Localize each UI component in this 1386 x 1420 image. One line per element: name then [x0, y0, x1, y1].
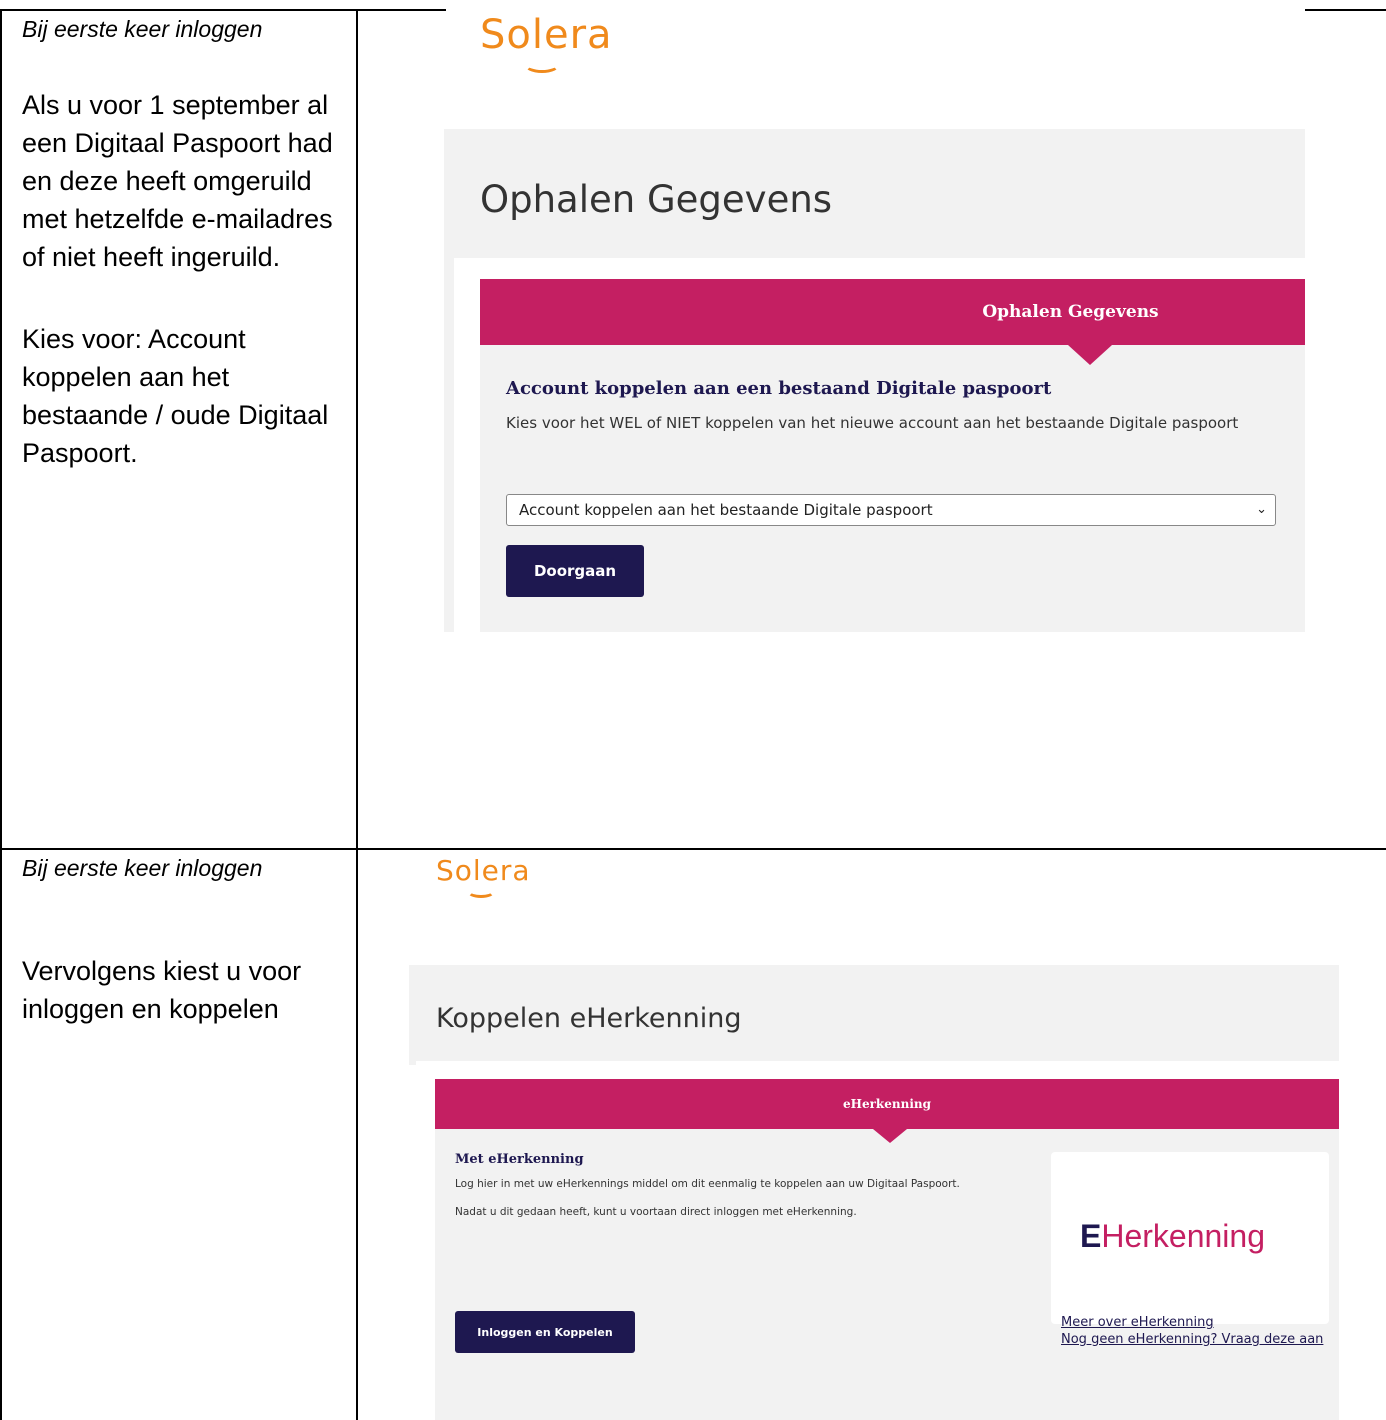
eherkenning-logo: EHerkenning — [1080, 1218, 1265, 1254]
chevron-down-icon: ⌄ — [1256, 502, 1267, 517]
solera-logo: Solera — [480, 12, 613, 73]
login-and-link-button[interactable]: Inloggen en Koppelen — [455, 1311, 635, 1353]
request-eherkenning-link[interactable]: Nog geen eHerkenning? Vraag deze aan — [1061, 1332, 1323, 1347]
row1-paragraph2: Kies voor: Account koppelen aan het best… — [22, 324, 329, 468]
row2-heading: Bij eerste keer inloggen — [22, 855, 263, 881]
row1-heading: Bij eerste keer inloggen — [22, 16, 263, 42]
select-value: Account koppelen aan het bestaande Digit… — [519, 501, 933, 519]
table-top-border — [0, 9, 446, 11]
banner-notch-2 — [873, 1129, 907, 1143]
table-top-border-right — [1305, 9, 1386, 11]
more-about-eherkenning-link[interactable]: Meer over eHerkenning — [1061, 1315, 1214, 1330]
solera-logo-2: Solera — [436, 854, 531, 898]
row1-paragraph1: Als u voor 1 september al een Digitaal P… — [22, 90, 333, 272]
eherkenning-e-icon: E — [1080, 1218, 1102, 1254]
continue-button[interactable]: Doorgaan — [506, 545, 644, 597]
section-description-2: Log hier in met uw eHerkennings middel o… — [455, 1178, 960, 1190]
section-title-2: Met eHerkenning — [455, 1152, 584, 1167]
table-row-divider — [0, 848, 1386, 850]
section-banner-2: eHerkenning — [435, 1079, 1339, 1129]
section-description-3: Nadat u dit gedaan heeft, kunt u voortaa… — [455, 1206, 857, 1218]
row2-paragraph1: Vervolgens kiest u voor inloggen en kopp… — [22, 956, 302, 1024]
table-left-border — [0, 9, 2, 1420]
section-banner: Ophalen Gegevens — [480, 279, 1305, 345]
banner-notch — [1068, 345, 1112, 365]
page-title: Ophalen Gegevens — [480, 178, 833, 221]
page-title-2: Koppelen eHerkenning — [436, 1003, 742, 1034]
section-description: Kies voor het WEL of NIET koppelen van h… — [506, 414, 1239, 432]
account-link-select[interactable]: Account koppelen aan het bestaande Digit… — [506, 494, 1276, 526]
section-title: Account koppelen aan een bestaand Digita… — [506, 378, 1052, 399]
